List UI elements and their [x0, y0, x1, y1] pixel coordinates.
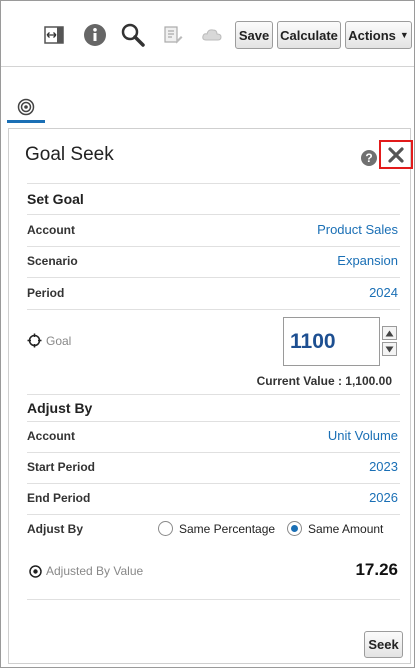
radio-selected-dot: [291, 525, 298, 532]
goal-period-label: Period: [27, 286, 65, 300]
save-button[interactable]: Save: [235, 21, 273, 49]
actions-menu-button[interactable]: Actions ▼: [345, 21, 412, 49]
goal-value-input[interactable]: [283, 317, 380, 366]
goal-account-label: Account: [27, 223, 75, 237]
goal-scenario-label: Scenario: [27, 254, 78, 268]
divider: [27, 214, 400, 215]
same-percentage-option[interactable]: Same Percentage: [158, 521, 275, 536]
adjusted-by-value-label: Adjusted By Value: [46, 564, 144, 578]
calculate-button[interactable]: Calculate: [277, 21, 341, 49]
tab-strip: [1, 68, 414, 124]
divider: [27, 421, 400, 422]
adjust-account-value[interactable]: Unit Volume: [328, 428, 398, 443]
start-period-label: Start Period: [27, 460, 96, 474]
adjusted-by-value: 17.26: [355, 560, 398, 579]
edit-rules-icon[interactable]: [159, 21, 187, 49]
same-amount-option[interactable]: Same Amount: [287, 521, 383, 536]
cloud-icon[interactable]: [198, 21, 226, 49]
goal-label: Goal: [46, 334, 72, 348]
same-amount-label: Same Amount: [308, 521, 384, 536]
tab-goal-seek[interactable]: [9, 94, 43, 120]
goal-period-value[interactable]: 2024: [369, 285, 398, 300]
search-icon[interactable]: [119, 21, 147, 49]
divider: [27, 483, 400, 484]
goal-seek-panel: Goal Seek ? Set Goal Account Product Sal…: [8, 128, 413, 664]
same-amount-radio[interactable]: [287, 521, 302, 536]
current-value: Current Value : 1,100.00: [256, 374, 392, 388]
arrow-up-icon: [385, 330, 394, 336]
divider: [27, 246, 400, 247]
chevron-down-icon: ▼: [399, 30, 409, 40]
end-period-label: End Period: [27, 491, 91, 505]
actions-label: Actions: [348, 27, 396, 43]
goal-seek-window: Save Calculate Actions ▼ Goal Seek ? Set: [0, 0, 415, 668]
adjust-account-label: Account: [27, 429, 75, 443]
divider: [27, 309, 400, 310]
start-period-value[interactable]: 2023: [369, 459, 398, 474]
adjust-by-label: Adjust By: [27, 522, 84, 536]
seek-button[interactable]: Seek: [364, 631, 403, 658]
target-icon: [17, 98, 35, 116]
adjust-by-heading: Adjust By: [27, 400, 93, 416]
target-icon: [29, 565, 42, 578]
help-icon[interactable]: ?: [361, 150, 377, 166]
arrow-down-icon: [385, 346, 394, 352]
goal-scenario-value[interactable]: Expansion: [337, 253, 398, 268]
divider: [27, 514, 400, 515]
spin-up-button[interactable]: [382, 326, 397, 340]
set-goal-heading: Set Goal: [27, 191, 84, 207]
toolbar: Save Calculate Actions ▼: [1, 1, 414, 67]
fit-width-icon[interactable]: [40, 21, 68, 49]
divider: [27, 394, 400, 395]
crosshair-icon: [27, 333, 42, 348]
spin-down-button[interactable]: [382, 342, 397, 356]
panel-title: Goal Seek: [25, 144, 114, 165]
close-button[interactable]: [379, 140, 413, 169]
active-tab-indicator: [7, 120, 45, 123]
same-percentage-radio[interactable]: [158, 521, 173, 536]
close-icon: [388, 146, 404, 163]
goal-account-value[interactable]: Product Sales: [317, 222, 398, 237]
divider: [27, 277, 400, 278]
same-percentage-label: Same Percentage: [179, 521, 276, 536]
end-period-value[interactable]: 2026: [369, 490, 398, 505]
divider: [27, 599, 400, 600]
divider: [27, 183, 400, 184]
info-icon[interactable]: [81, 21, 109, 49]
divider: [27, 452, 400, 453]
